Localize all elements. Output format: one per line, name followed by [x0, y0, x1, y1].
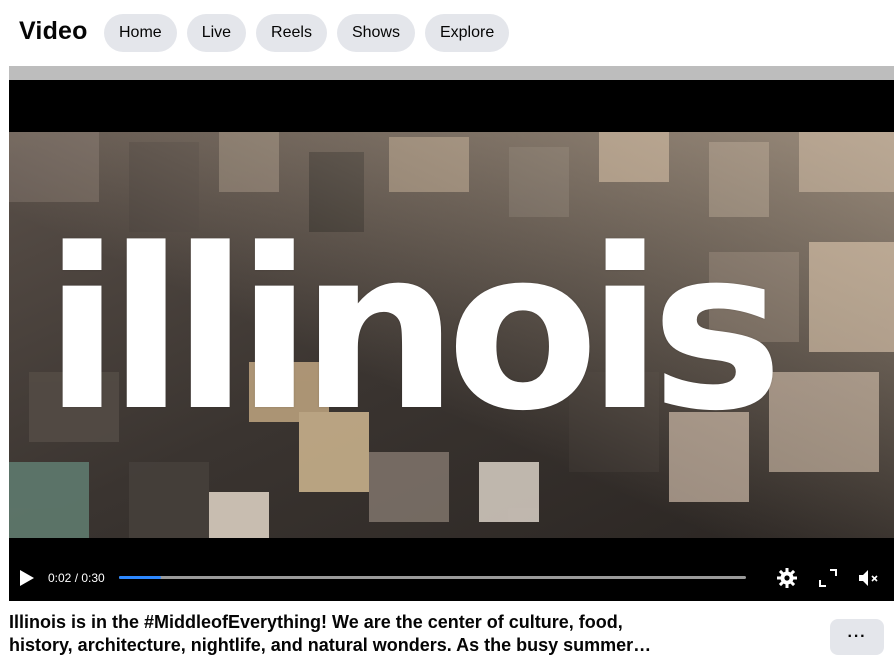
player-controls: 0:02 / 0:30 — [9, 561, 894, 601]
post-caption: Illinois is in the #MiddleofEverything! … — [9, 611, 809, 657]
nav-tab-shows[interactable]: Shows — [336, 14, 415, 52]
progress-bar[interactable] — [119, 576, 746, 579]
top-bar: Video Home Live Reels Shows Explore — [0, 0, 894, 66]
mute-icon[interactable] — [857, 567, 879, 589]
player-top-strip — [9, 66, 894, 80]
nav-tab-live[interactable]: Live — [186, 14, 247, 52]
fullscreen-icon[interactable] — [817, 567, 839, 589]
play-icon[interactable] — [19, 569, 35, 587]
page-title: Video — [19, 17, 88, 45]
more-options-button[interactable]: ··· — [830, 619, 884, 655]
nav-tab-explore[interactable]: Explore — [424, 14, 510, 52]
settings-icon[interactable] — [776, 567, 798, 589]
caption-line-2: history, architecture, nightlife, and na… — [9, 635, 652, 655]
progress-fill — [119, 576, 161, 579]
nav-tab-home[interactable]: Home — [104, 14, 177, 52]
nav-tab-reels[interactable]: Reels — [256, 14, 327, 52]
time-display: 0:02 / 0:30 — [48, 571, 105, 585]
caption-line-1: Illinois is in the #MiddleofEverything! … — [9, 612, 623, 632]
video-nav: Home Live Reels Shows Explore — [104, 14, 510, 52]
video-player[interactable]: illinois 0:02 / 0:30 — [9, 66, 894, 601]
video-frame[interactable]: illinois — [9, 132, 894, 538]
illinois-logo: illinois — [44, 202, 783, 460]
